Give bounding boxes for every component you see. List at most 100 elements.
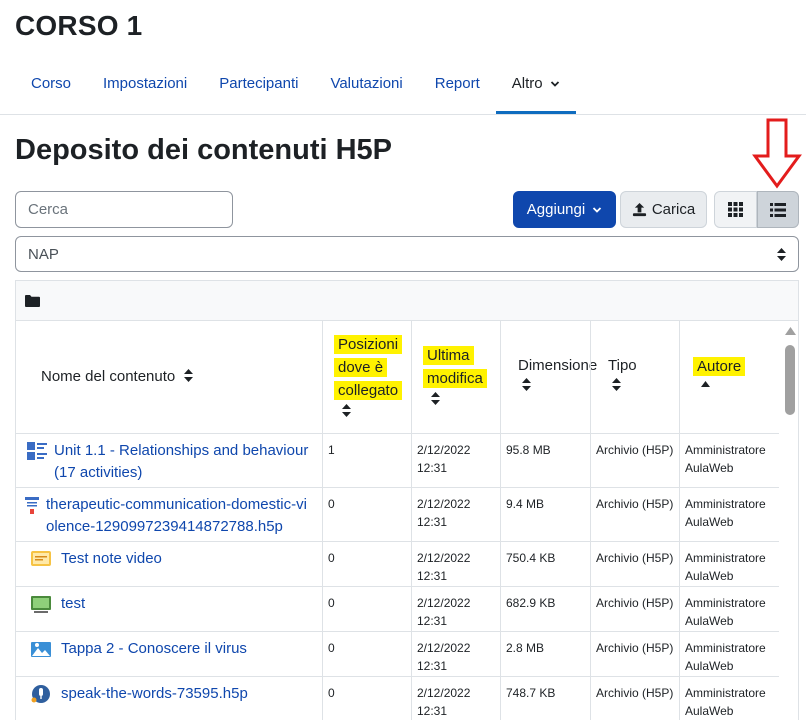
red-arrow-annotation-icon [752, 118, 802, 189]
col-header-modified-line1: Ultima [423, 346, 474, 365]
col-header-size[interactable]: Dimensione [500, 321, 597, 434]
course-title: CORSO 1 [15, 10, 143, 41]
author-line1: Amministratore [685, 551, 766, 565]
course-nav: Corso Impostazioni Partecipanti Valutazi… [15, 56, 576, 116]
modified-date: 2/12/2022 [417, 641, 471, 655]
folder-icon[interactable] [25, 294, 40, 307]
select-arrows-icon [777, 247, 786, 261]
presentation-icon [31, 596, 51, 613]
table-row: Unit 1.1 - Relationships and behaviour (1… [16, 434, 779, 488]
content-name-cell[interactable]: Test note video [16, 542, 322, 586]
content-name-cell[interactable]: Unit 1.1 - Relationships and behaviour (1… [16, 434, 322, 487]
content-name-line1: Unit 1.1 - Relationships and behaviour [54, 442, 309, 459]
image-hotspots-icon [31, 642, 51, 657]
sort-icon [342, 404, 351, 417]
content-name-line2: (17 activities) [54, 464, 143, 481]
modified-cell: 2/12/2022 12:31 [411, 488, 500, 541]
modified-date: 2/12/2022 [417, 596, 471, 610]
list-view-icon [770, 202, 786, 217]
tab-corso[interactable]: Corso [15, 56, 87, 114]
col-header-size-label: Dimensione [518, 357, 598, 374]
search-input[interactable] [15, 191, 233, 228]
author-line1: Amministratore [685, 596, 766, 610]
col-header-usage-line1: Posizioni [334, 335, 403, 354]
table-row: test 0 2/12/2022 12:31 682.9 KB Archivio … [16, 587, 779, 632]
author-line2: AulaWeb [685, 614, 734, 628]
grid-view-icon [728, 202, 743, 217]
scrollbar-thumb[interactable] [785, 345, 795, 415]
page-title: Deposito dei contenuti H5P [15, 134, 393, 166]
usage-cell: 1 [322, 434, 411, 487]
content-name-line1: Tappa 2 - Conoscere il virus [61, 640, 247, 657]
size-cell: 9.4 MB [500, 488, 590, 541]
modified-cell: 2/12/2022 12:31 [411, 434, 500, 487]
table-row: Tappa 2 - Conoscere il virus 0 2/12/2022… [16, 632, 779, 677]
tab-partecipanti[interactable]: Partecipanti [203, 56, 314, 114]
grid-view-button[interactable] [714, 191, 757, 228]
tab-valutazioni[interactable]: Valutazioni [314, 56, 418, 114]
author-line2: AulaWeb [685, 659, 734, 673]
type-cell: Archivio (H5P) [590, 434, 679, 487]
type-cell: Archivio (H5P) [590, 632, 679, 676]
add-button-label: Aggiungi [526, 201, 586, 218]
sort-icon [522, 378, 531, 391]
col-header-name-label: Nome del contenuto [41, 368, 176, 385]
col-header-name[interactable]: Nome del contenuto [16, 321, 322, 434]
table-row: speak-the-words-73595.h5p 0 2/12/2022 12:… [16, 677, 779, 720]
chevron-down-icon [550, 81, 559, 87]
context-select-value: NAP [28, 245, 59, 263]
modified-date: 2/12/2022 [417, 686, 471, 700]
tab-label: Corso [31, 75, 72, 92]
table-scrollbar[interactable] [781, 321, 798, 720]
tab-label: Partecipanti [219, 75, 299, 92]
col-header-usage-line2: dove è [334, 358, 388, 377]
col-header-type[interactable]: Tipo [590, 321, 679, 434]
type-cell: Archivio (H5P) [590, 542, 679, 586]
modified-time: 12:31 [417, 569, 448, 583]
tab-report[interactable]: Report [419, 56, 496, 114]
col-header-author-label: Autore [693, 357, 746, 376]
tab-impostazioni[interactable]: Impostazioni [87, 56, 203, 114]
type-cell: Archivio (H5P) [590, 587, 679, 631]
upload-button-label: Carica [651, 201, 696, 218]
content-name-line1: Test note video [61, 550, 162, 567]
author-cell: Amministratore AulaWeb [679, 677, 779, 720]
author-line1: Amministratore [685, 641, 766, 655]
sort-icon [184, 369, 194, 382]
speak-the-words-icon [31, 685, 50, 703]
author-cell: Amministratore AulaWeb [679, 587, 779, 631]
content-name-cell[interactable]: test [16, 587, 322, 631]
author-line2: AulaWeb [685, 704, 734, 718]
tab-altro[interactable]: Altro [495, 56, 576, 114]
modified-time: 12:31 [417, 614, 448, 628]
scroll-up-arrow-icon[interactable] [785, 327, 796, 335]
author-line1: Amministratore [685, 497, 766, 511]
modified-cell: 2/12/2022 12:31 [411, 677, 500, 720]
modified-time: 12:31 [417, 515, 448, 529]
modified-cell: 2/12/2022 12:31 [411, 587, 500, 631]
author-cell: Amministratore AulaWeb [679, 434, 779, 487]
add-content-button[interactable]: Aggiungi [513, 191, 616, 228]
col-header-author[interactable]: Autore [679, 321, 779, 434]
author-line2: AulaWeb [685, 461, 734, 475]
content-bank-panel: Nome del contenuto Posizioni dove è coll… [15, 280, 799, 720]
content-table: Nome del contenuto Posizioni dove è coll… [16, 321, 779, 720]
modified-cell: 2/12/2022 12:31 [411, 542, 500, 586]
size-cell: 2.8 MB [500, 632, 590, 676]
interactive-video-icon [31, 551, 51, 566]
modified-date: 2/12/2022 [417, 443, 471, 457]
col-header-modified[interactable]: Ultima modifica [411, 321, 500, 434]
content-name-cell[interactable]: therapeutic-communication-domestic-vi ole… [16, 488, 322, 541]
tab-label: Report [434, 75, 480, 92]
modified-time: 12:31 [417, 659, 448, 673]
context-select[interactable]: NAP [15, 236, 799, 272]
modified-date: 2/12/2022 [417, 497, 471, 511]
col-header-modified-line2: modifica [423, 369, 487, 388]
col-header-usage[interactable]: Posizioni dove è collegato [322, 321, 411, 434]
upload-button[interactable]: Carica [620, 191, 707, 228]
author-line2: AulaWeb [685, 569, 734, 583]
content-name-cell[interactable]: speak-the-words-73595.h5p [16, 677, 322, 720]
sort-icon [431, 392, 440, 405]
content-name-cell[interactable]: Tappa 2 - Conoscere il virus [16, 632, 322, 676]
list-view-button[interactable] [757, 191, 799, 228]
